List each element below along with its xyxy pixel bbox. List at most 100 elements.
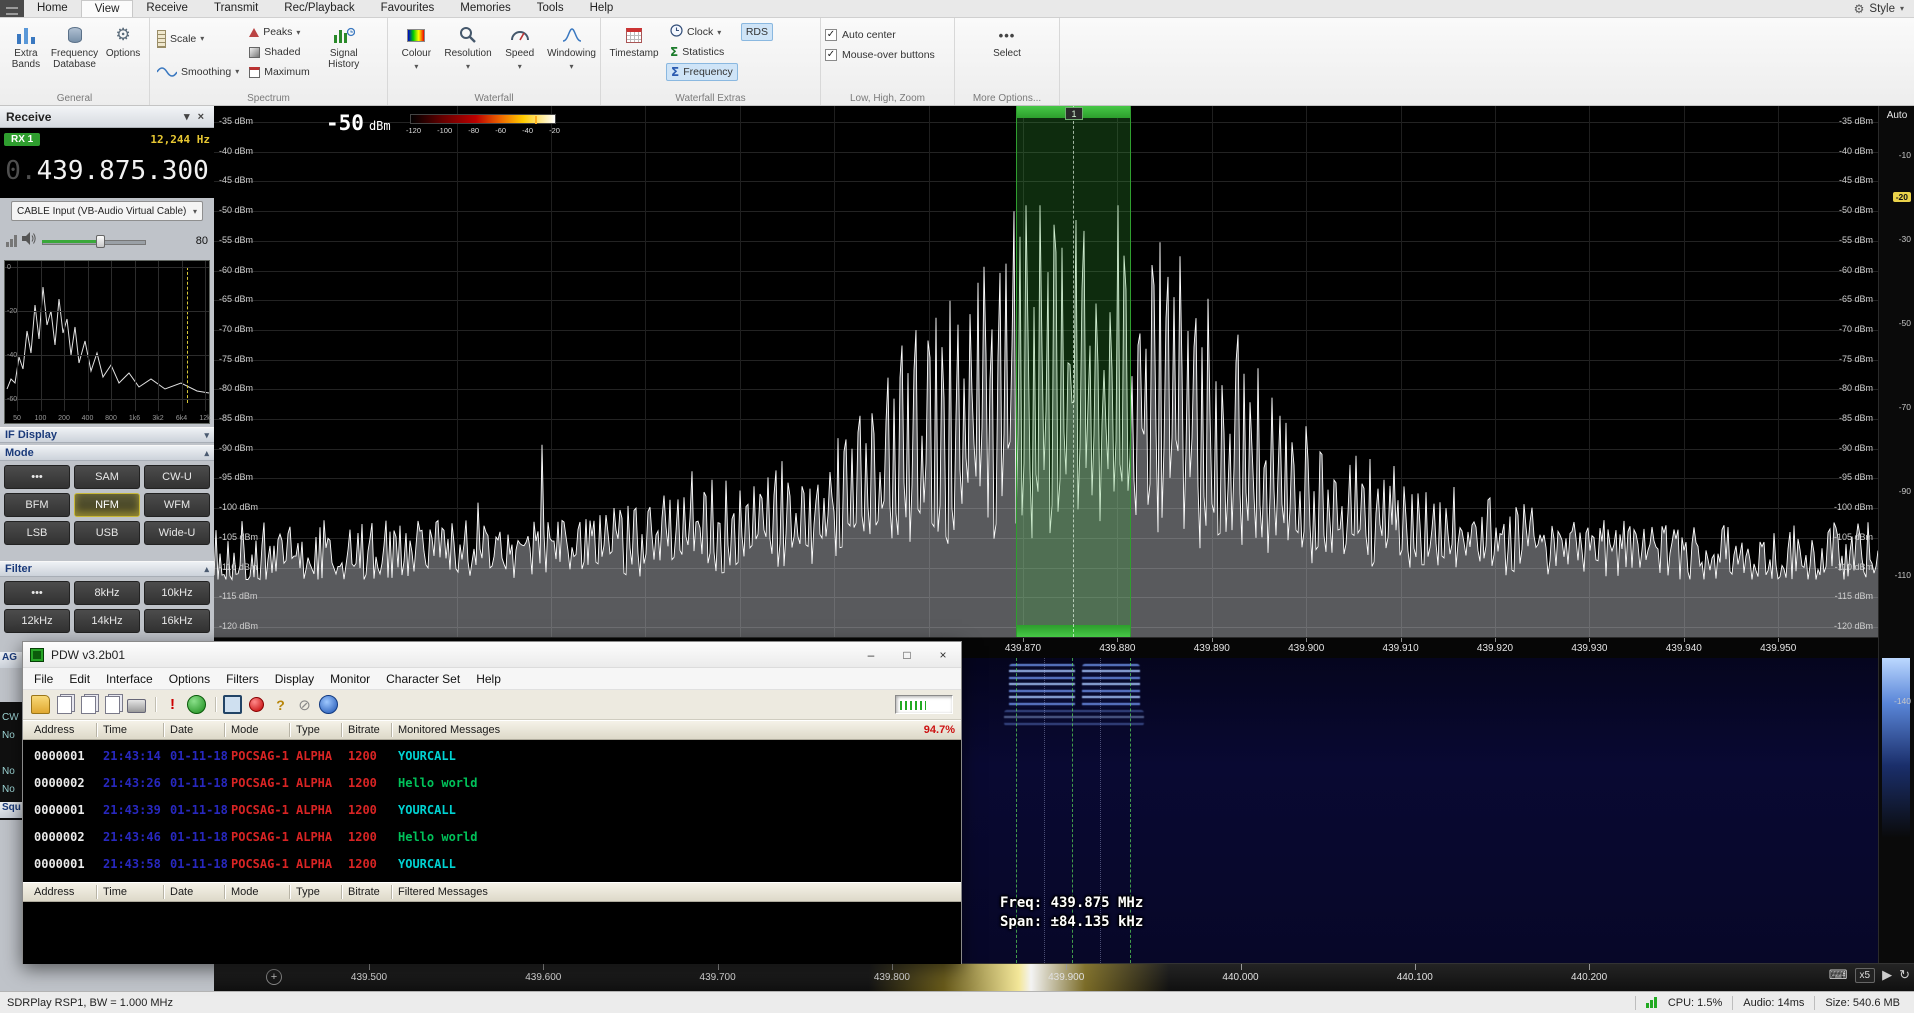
menu-interface[interactable]: Interface xyxy=(98,672,161,686)
column-messages[interactable]: Filtered Messages xyxy=(398,886,488,898)
peaks-button[interactable]: Peaks ▾ xyxy=(245,23,314,41)
pdw-message-row[interactable]: 000000121:43:5801-11-18POCSAG-1ALPHA1200… xyxy=(23,852,961,879)
record-icon[interactable] xyxy=(247,695,266,714)
monitor-icon[interactable] xyxy=(223,695,242,714)
tab-help[interactable]: Help xyxy=(577,0,627,17)
menu-display[interactable]: Display xyxy=(267,672,322,686)
windowing-button[interactable]: Windowing ▾ xyxy=(547,21,596,91)
center-button[interactable]: + xyxy=(266,969,282,985)
filter-button-8khz[interactable]: 8kHz xyxy=(74,581,140,605)
mode-button-usb[interactable]: USB xyxy=(74,521,140,545)
pin-icon[interactable]: ▾ xyxy=(180,110,194,123)
menu-file[interactable]: File xyxy=(26,672,61,686)
receive-panel-header[interactable]: Receive ▾ × xyxy=(0,106,214,128)
mode-button-sam[interactable]: SAM xyxy=(74,465,140,489)
print-icon[interactable] xyxy=(127,699,146,713)
menu-help[interactable]: Help xyxy=(468,672,509,686)
options-button[interactable]: ⚙ Options xyxy=(101,21,145,91)
filter-button-10khz[interactable]: 10kHz xyxy=(144,581,210,605)
app-menu-icon[interactable] xyxy=(0,0,24,17)
auto-range-button[interactable]: Auto xyxy=(1879,110,1914,121)
section-if-display[interactable]: IF Display ▾ xyxy=(0,427,214,443)
pdw-window[interactable]: PDW v3.2b01 – □ × FileEditInterfaceOptio… xyxy=(22,641,962,964)
column-type[interactable]: Type xyxy=(296,886,320,898)
block-icon[interactable] xyxy=(295,695,314,714)
column-address[interactable]: Address xyxy=(34,724,74,736)
globe-icon[interactable] xyxy=(187,695,206,714)
timestamp-button[interactable]: Timestamp xyxy=(605,21,663,91)
pdw-message-row[interactable]: 000000121:43:3901-11-18POCSAG-1ALPHA1200… xyxy=(23,798,961,825)
section-filter[interactable]: Filter ▴ xyxy=(0,561,214,577)
pdw-message-row[interactable]: 000000221:43:4601-11-18POCSAG-1ALPHA1200… xyxy=(23,825,961,852)
tab-rec-playback[interactable]: Rec/Playback xyxy=(271,0,367,17)
keyboard-icon[interactable]: ⌨ xyxy=(1829,967,1848,983)
palette-marker[interactable] xyxy=(535,116,537,124)
right-level-scale[interactable]: Auto -10-20-30-50-70-90-110-140 xyxy=(1878,106,1914,963)
tab-transmit[interactable]: Transmit xyxy=(201,0,271,17)
audio-device-select[interactable]: CABLE Input (VB-Audio Virtual Cable) ▾ xyxy=(11,201,203,221)
frequency-database-button[interactable]: Frequency Database xyxy=(51,21,98,91)
mode-button-wide-u[interactable]: Wide-U xyxy=(144,521,210,545)
pdw-message-row[interactable]: 000000221:43:2601-11-18POCSAG-1ALPHA1200… xyxy=(23,771,961,798)
column-mode[interactable]: Mode xyxy=(231,724,259,736)
column-bitrate[interactable]: Bitrate xyxy=(348,724,380,736)
section-mode[interactable]: Mode ▴ xyxy=(0,445,214,461)
mode-button-wfm[interactable]: WFM xyxy=(144,493,210,517)
column-time[interactable]: Time xyxy=(103,724,127,736)
menu-options[interactable]: Options xyxy=(161,672,218,686)
palette-legend[interactable] xyxy=(410,114,556,124)
menu-edit[interactable]: Edit xyxy=(61,672,98,686)
statistics-button[interactable]: Σ Statistics xyxy=(666,43,738,61)
column-bitrate[interactable]: Bitrate xyxy=(348,886,380,898)
pdw-message-row[interactable]: 000000121:43:1401-11-18POCSAG-1ALPHA1200… xyxy=(23,744,961,771)
frequency-button[interactable]: Σ Frequency xyxy=(666,63,738,81)
mode-button-cw-u[interactable]: CW-U xyxy=(144,465,210,489)
filter-button-16khz[interactable]: 16kHz xyxy=(144,609,210,633)
menu-monitor[interactable]: Monitor xyxy=(322,672,378,686)
tab-tools[interactable]: Tools xyxy=(524,0,577,17)
mode-button-lsb[interactable]: LSB xyxy=(4,521,70,545)
clock-button[interactable]: Clock ▾ xyxy=(666,23,738,41)
frequency-readout[interactable]: 0.439.875.300 xyxy=(0,148,214,194)
levels-icon[interactable] xyxy=(6,235,17,247)
resolution-button[interactable]: Resolution ▾ xyxy=(444,21,493,91)
menu-filters[interactable]: Filters xyxy=(218,672,267,686)
rds-button[interactable]: RDS xyxy=(741,23,773,41)
refresh-icon[interactable]: ↻ xyxy=(1899,967,1910,983)
open-icon[interactable] xyxy=(31,695,50,714)
tab-receive[interactable]: Receive xyxy=(133,0,201,17)
select-button[interactable]: ••• Select xyxy=(979,21,1035,91)
smoothing-button[interactable]: Smoothing ▾ xyxy=(154,56,242,87)
minimize-button[interactable]: – xyxy=(853,642,889,667)
auto-center-checkbox[interactable]: ✓ Auto center xyxy=(825,25,950,44)
bottom-frequency-scale[interactable]: + ⌨ x5 ▶ ↻ 439.500439.600439.700439.8004… xyxy=(214,963,1914,991)
copy-icon[interactable] xyxy=(105,696,120,714)
colour-button[interactable]: Colour ▾ xyxy=(392,21,441,91)
column-date[interactable]: Date xyxy=(170,886,193,898)
signal-history-button[interactable]: Signal History xyxy=(317,21,371,91)
spectrum-display[interactable]: -35 dBm-35 dBm-40 dBm-40 dBm-45 dBm-45 d… xyxy=(214,106,1878,637)
column-messages[interactable]: Monitored Messages xyxy=(398,724,500,736)
column-mode[interactable]: Mode xyxy=(231,886,259,898)
speaker-icon[interactable] xyxy=(22,232,37,250)
style-control[interactable]: ⚙ Style ▾ xyxy=(1854,0,1914,17)
extra-bands-button[interactable]: Extra Bands xyxy=(4,21,48,91)
menu-character-set[interactable]: Character Set xyxy=(378,672,468,686)
volume-slider[interactable] xyxy=(42,234,146,248)
mode-button-bfm[interactable]: BFM xyxy=(4,493,70,517)
mode-button-more[interactable]: ••• xyxy=(4,465,70,489)
copy-icon[interactable] xyxy=(57,696,72,714)
column-address[interactable]: Address xyxy=(34,886,74,898)
scale-button[interactable]: Scale ▾ xyxy=(154,23,242,54)
web-icon[interactable] xyxy=(319,695,338,714)
filter-button-12khz[interactable]: 12kHz xyxy=(4,609,70,633)
column-date[interactable]: Date xyxy=(170,724,193,736)
close-icon[interactable]: × xyxy=(194,111,208,123)
play-icon[interactable]: ▶ xyxy=(1882,967,1892,983)
maximize-button[interactable]: □ xyxy=(889,642,925,667)
tab-view[interactable]: View xyxy=(81,0,134,17)
alert-icon[interactable] xyxy=(163,695,182,714)
maximum-button[interactable]: Maximum xyxy=(245,63,314,81)
tab-memories[interactable]: Memories xyxy=(447,0,523,17)
close-button[interactable]: × xyxy=(925,642,961,667)
